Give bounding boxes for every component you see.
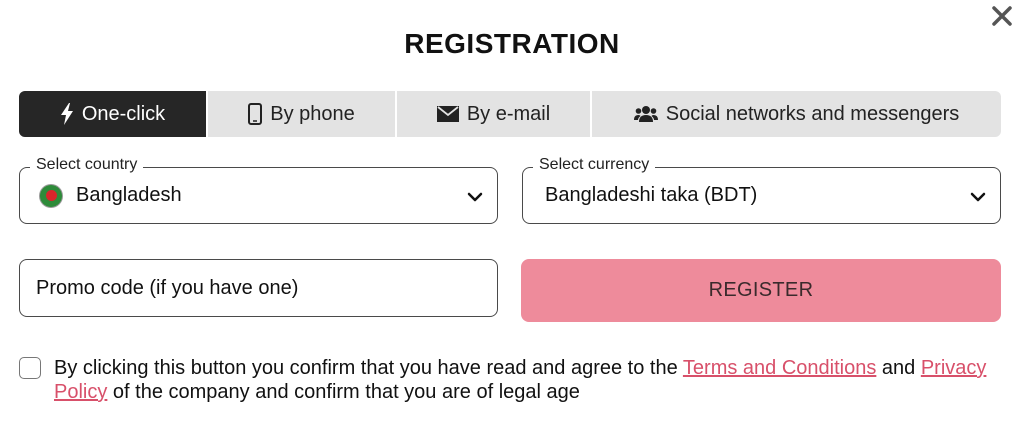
- consent-checkbox[interactable]: [19, 357, 41, 379]
- close-icon[interactable]: [988, 2, 1016, 30]
- tab-label: Social networks and messengers: [665, 102, 960, 125]
- country-select[interactable]: Select country Bangladesh: [19, 156, 498, 224]
- tab-one-click[interactable]: One-click: [19, 91, 208, 137]
- dialog-title: REGISTRATION: [404, 28, 620, 59]
- tab-label: One-click: [81, 102, 166, 125]
- promo-code-placeholder: Promo code (if you have one): [36, 276, 299, 299]
- tab-label: By phone: [270, 102, 355, 125]
- tab-social-networks[interactable]: Social networks and messengers: [592, 91, 1001, 137]
- chevron-down-icon: [970, 190, 986, 208]
- consent-text-after: of the company and confirm that you are …: [107, 381, 580, 403]
- register-button[interactable]: REGISTER: [521, 259, 1001, 322]
- consent-text-between: and: [876, 357, 921, 379]
- users-icon: [633, 105, 658, 123]
- country-value: Bangladesh: [40, 168, 182, 223]
- bangladesh-flag-icon: [40, 184, 62, 207]
- currency-select[interactable]: Select currency Bangladeshi taka (BDT): [522, 156, 1001, 224]
- registration-tabs: One-click By phone By e-mail Social netw…: [19, 91, 1001, 137]
- chevron-down-icon: [467, 190, 483, 208]
- consent-text: By clicking this button you confirm that…: [54, 356, 1004, 404]
- tab-label: By e-mail: [466, 102, 551, 125]
- terms-link[interactable]: Terms and Conditions: [683, 357, 876, 379]
- consent-text-before: By clicking this button you confirm that…: [54, 357, 683, 379]
- envelope-icon: [436, 106, 459, 122]
- tab-by-phone[interactable]: By phone: [208, 91, 397, 137]
- lightning-icon: [60, 103, 74, 125]
- country-value-text: Bangladesh: [76, 184, 182, 206]
- phone-icon: [248, 103, 263, 125]
- promo-code-input[interactable]: Promo code (if you have one): [19, 259, 498, 317]
- tab-by-email[interactable]: By e-mail: [397, 91, 592, 137]
- currency-value: Bangladeshi taka (BDT): [545, 184, 758, 206]
